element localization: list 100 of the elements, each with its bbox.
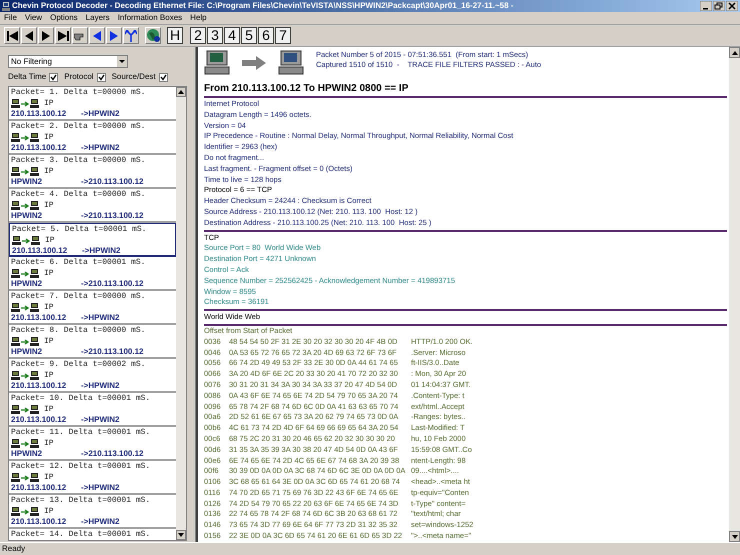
dest-address: ->HPWIN2 [81, 313, 120, 323]
source-address: HPWIN2 [11, 347, 44, 357]
layer-button[interactable]: 7 [275, 27, 291, 44]
status-text: Ready [2, 543, 26, 555]
layer-button[interactable]: 5 [241, 27, 257, 44]
packet-row[interactable]: Packet= 5. Delta t=00001 mS. IP 210.113.100.12 ->HPWIN2 [9, 223, 176, 257]
dest-address: ->210.113.100.12 [81, 211, 144, 221]
packet-header: Packet= 4. Delta t=00000 mS. [11, 190, 146, 200]
protocol-label: IP [44, 132, 54, 144]
packet-header: Packet= 1. Delta t=00000 mS. [11, 88, 146, 98]
packet-direction-icon [11, 269, 39, 278]
globe-icon[interactable] [145, 27, 161, 44]
packet-direction-icon [11, 99, 39, 108]
dest-address: ->HPWIN2 [82, 246, 120, 256]
scroll-up-icon[interactable] [178, 90, 184, 94]
menu-item[interactable]: Help [190, 12, 207, 24]
layer-button[interactable]: 6 [258, 27, 274, 44]
hand-icon[interactable] [72, 27, 88, 44]
menu-item[interactable]: Information Boxes [118, 12, 182, 24]
packet-direction-icon [11, 337, 39, 346]
packet-header: Packet= 10. Delta t=00001 mS. [11, 394, 152, 404]
back-icon[interactable] [89, 27, 105, 44]
packet-header: Packet= 7. Delta t=00000 mS. [11, 292, 146, 302]
protocol-label: IP [45, 234, 55, 246]
packet-header: Packet= 5. Delta t=00001 mS. [12, 225, 148, 235]
packet-direction-icon [11, 303, 39, 312]
protocol-label: IP [44, 370, 54, 382]
packet-header: Packet= 6. Delta t=00001 mS. [11, 258, 146, 268]
packet-header: Packet= 12. Delta t=00001 mS. [11, 462, 152, 472]
packet-direction-icon [11, 371, 39, 380]
menu-item[interactable]: Options [50, 12, 78, 24]
layer-button[interactable]: 2 [190, 27, 206, 44]
packet-header: Packet= 2. Delta t=00000 mS. [11, 122, 146, 132]
source-address: 210.113.100.12 [12, 246, 68, 256]
restore-icon[interactable] [713, 1, 725, 11]
split-arrows-icon[interactable] [123, 27, 139, 44]
source-address: HPWIN2 [11, 279, 44, 289]
close-icon[interactable] [726, 1, 738, 11]
scrollbar[interactable] [729, 47, 740, 542]
packet-direction-icon [11, 473, 39, 482]
previous-icon[interactable] [21, 27, 37, 44]
computer-icon [278, 50, 304, 76]
protocol-label: IP [44, 438, 54, 450]
option-label: Protocol [64, 71, 94, 83]
protocol-label: IP [44, 336, 54, 348]
first-icon[interactable] [4, 27, 20, 44]
menu-item[interactable]: File [4, 12, 17, 24]
minimize-icon[interactable] [700, 1, 712, 11]
source-address: 210.113.100.12 [11, 313, 68, 323]
dest-address: ->HPWIN2 [81, 381, 120, 391]
layer-button[interactable]: 4 [224, 27, 240, 44]
dest-address: ->210.113.100.12 [81, 449, 144, 459]
filter-dropdown[interactable]: No Filtering [8, 55, 128, 68]
packet-direction-icon [11, 507, 39, 516]
scroll-down-icon[interactable] [178, 533, 184, 537]
protocol-label: IP [44, 302, 54, 314]
packet-header: Packet= 8. Delta t=00000 mS. [11, 326, 146, 336]
packet-direction-icon [11, 133, 39, 142]
source-address: HPWIN2 [11, 177, 44, 187]
packet-header: Packet= 14. Delta t=00001 mS. [11, 530, 152, 540]
packet-header: Packet= 13. Delta t=00001 mS. [11, 496, 152, 506]
option-label: Delta Time [8, 71, 46, 83]
dest-address: ->HPWIN2 [81, 143, 120, 153]
scroll-up-icon[interactable] [732, 50, 738, 54]
checkbox[interactable] [158, 72, 168, 82]
packet-direction-icon [11, 167, 39, 176]
dest-address: ->HPWIN2 [81, 483, 120, 493]
packet-header: Packet= 11. Delta t=00001 mS. [11, 428, 152, 438]
window-title: Chevin Protocol Decoder - Decoding Ethernet File: C:\Program Files\Chevin\TeVISTA\NSS\HPWIN2\Packcapt\30Apr01_16-27-11.~58 - [12, 1, 514, 11]
option-label: Source/Dest [112, 71, 156, 83]
layer-button[interactable]: H [167, 27, 183, 44]
forward-icon[interactable] [106, 27, 122, 44]
protocol-label: IP [44, 404, 54, 416]
source-address: 210.113.100.12 [11, 381, 68, 391]
last-icon[interactable] [55, 27, 71, 44]
scrollbar[interactable] [176, 87, 186, 540]
dest-address: ->HPWIN2 [81, 517, 120, 527]
menu-item[interactable]: View [24, 12, 42, 24]
protocol-label: IP [44, 166, 54, 178]
layer-button[interactable]: 3 [207, 27, 223, 44]
source-address: 210.113.100.12 [11, 483, 68, 493]
checkbox[interactable] [49, 72, 58, 82]
packet-header: Packet= 9. Delta t=00002 mS. [11, 360, 146, 370]
scroll-down-icon[interactable] [732, 534, 738, 538]
source-address: 210.113.100.12 [11, 517, 68, 527]
protocol-label: IP [44, 200, 54, 212]
arrow-icon [242, 56, 266, 70]
next-icon[interactable] [38, 27, 54, 44]
source-address: 210.113.100.12 [11, 415, 68, 425]
packet-header: Packet= 3. Delta t=00000 mS. [11, 156, 146, 166]
dest-address: ->HPWIN2 [81, 109, 120, 119]
packet-title: From 210.113.100.12 To HPWIN2 0800 == IP [204, 82, 410, 95]
computer-icon [204, 50, 230, 76]
checkbox[interactable] [96, 72, 106, 82]
source-address: 210.113.100.12 [11, 109, 68, 119]
menu-item[interactable]: Layers [86, 12, 110, 24]
source-address: 210.113.100.12 [11, 143, 68, 153]
source-address: HPWIN2 [11, 449, 44, 459]
packet-direction-icon [11, 405, 39, 414]
protocol-label: IP [44, 472, 54, 484]
